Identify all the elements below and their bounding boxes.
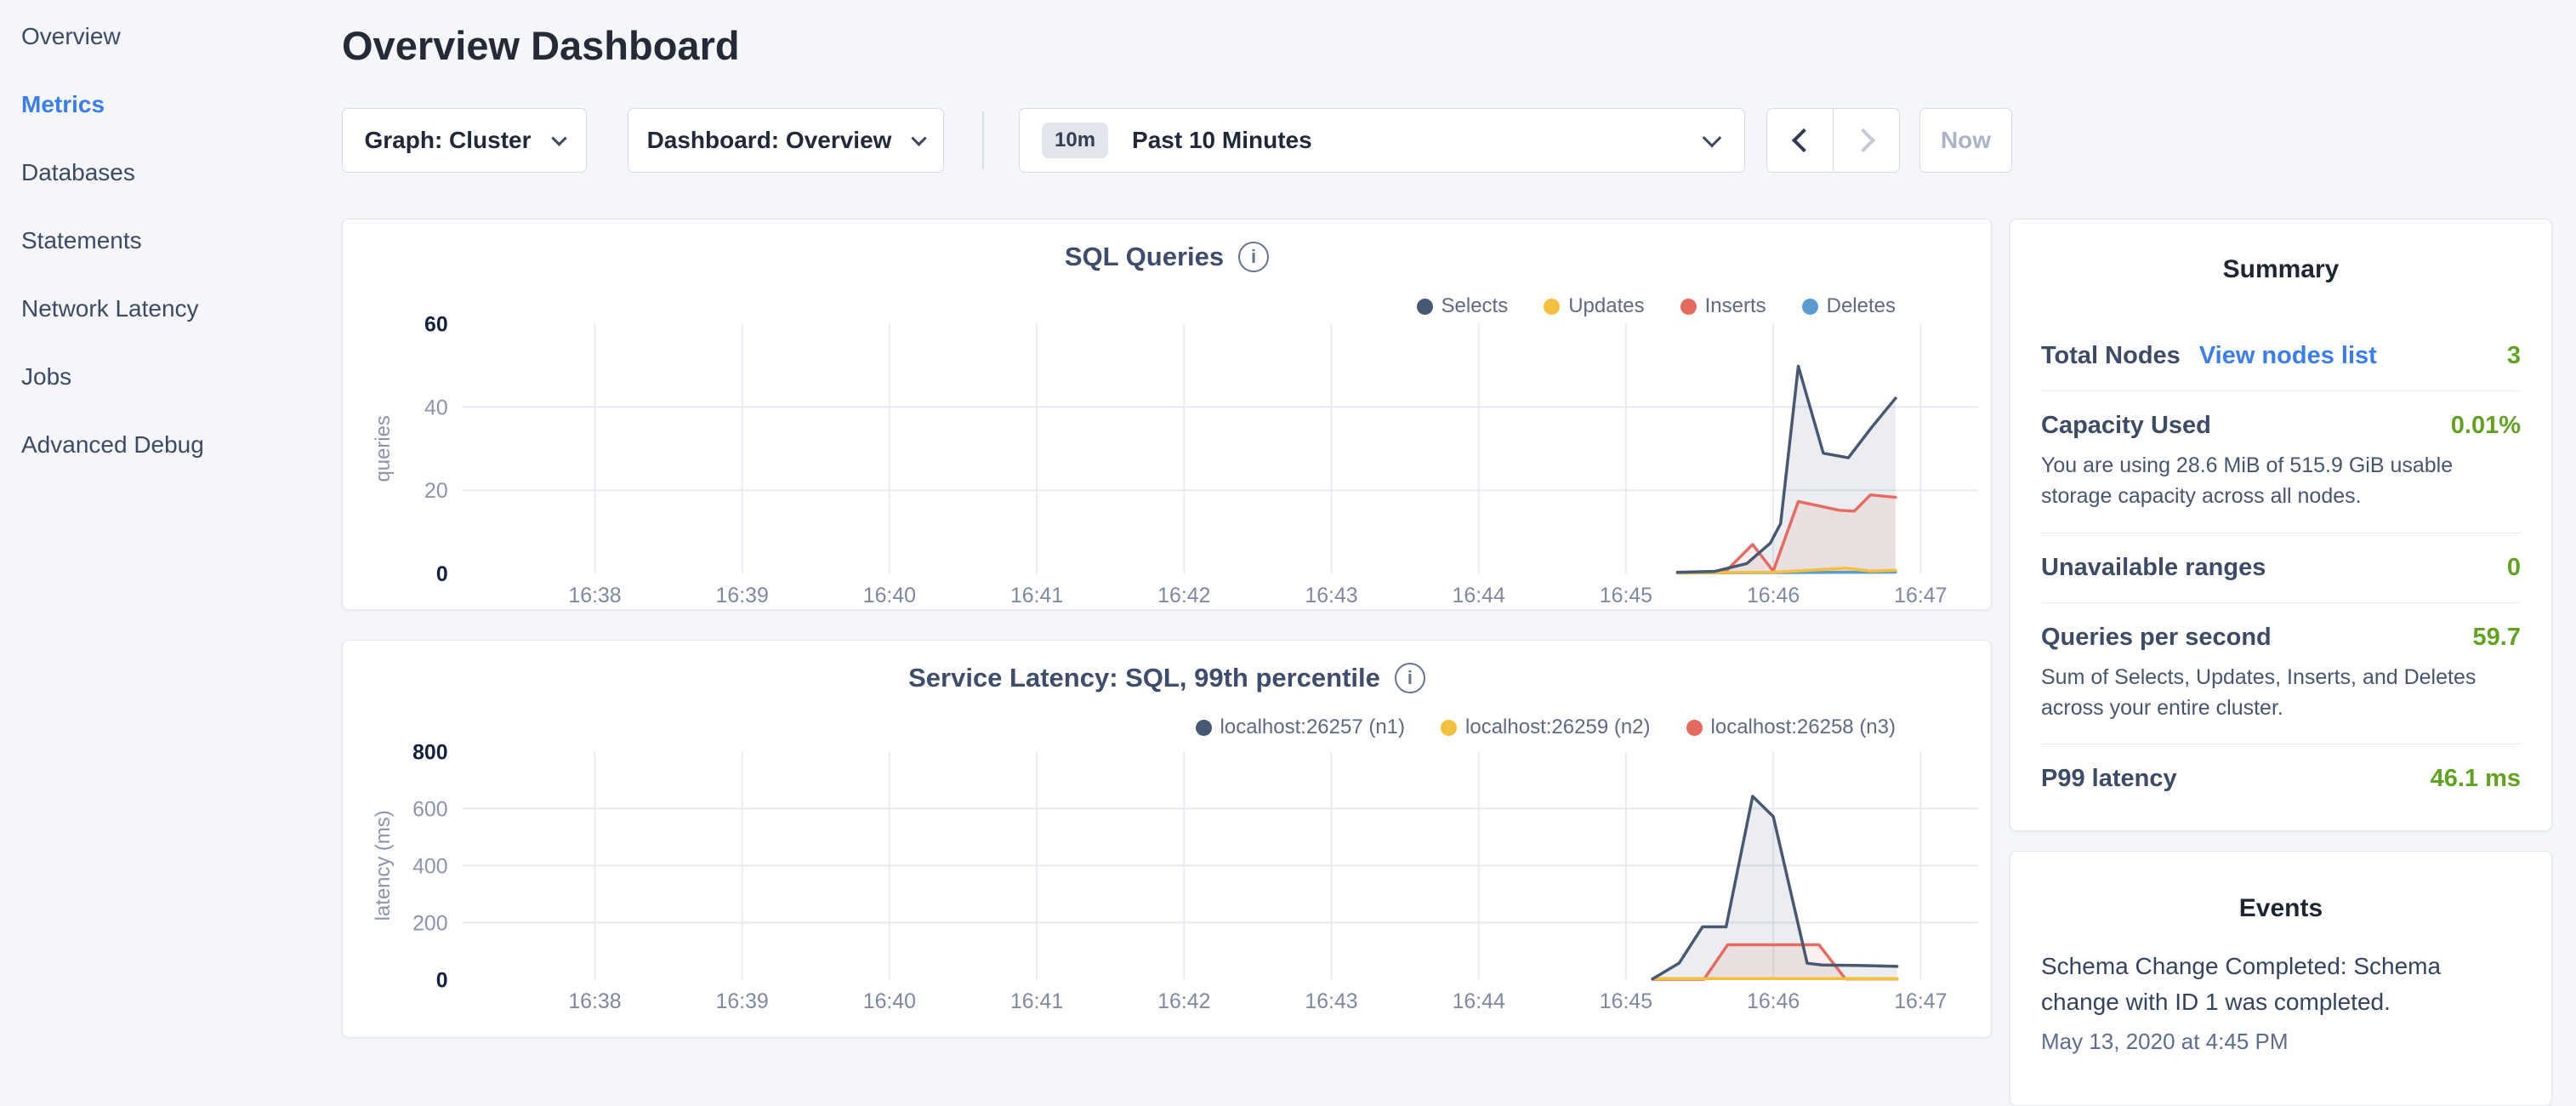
dashboard-dropdown[interactable]: Dashboard: Overview xyxy=(628,108,944,173)
event-message: Schema Change Completed: Schema change w… xyxy=(2041,949,2521,1020)
svg-text:16:46: 16:46 xyxy=(1747,584,1800,607)
y-axis-unit-label: queries xyxy=(372,415,395,482)
summary-row-label: Queries per second xyxy=(2041,624,2272,652)
summary-row-label: P99 latency xyxy=(2041,765,2177,793)
time-window-prev-button[interactable] xyxy=(1767,109,1833,172)
svg-text:16:46: 16:46 xyxy=(1747,989,1800,1013)
svg-text:16:39: 16:39 xyxy=(716,989,769,1013)
events-panel: Events Schema Change Completed: Schema c… xyxy=(2010,851,2552,1106)
svg-text:16:40: 16:40 xyxy=(863,989,916,1013)
summary-row-label: Capacity Used xyxy=(2041,412,2211,440)
now-button-label: Now xyxy=(1941,127,1991,154)
summary-row-value: 0 xyxy=(2507,554,2521,582)
sidebar-item-overview[interactable]: Overview xyxy=(21,22,340,90)
chart-grid xyxy=(463,323,1978,573)
event-timestamp: May 13, 2020 at 4:45 PM xyxy=(2041,1029,2521,1055)
time-window-nav xyxy=(1766,108,1900,173)
summary-title: Summary xyxy=(2041,255,2521,284)
summary-row-description: Sum of Selects, Updates, Inserts, and De… xyxy=(2041,662,2521,724)
time-range-selector[interactable]: 10m Past 10 Minutes xyxy=(1019,108,1745,173)
svg-text:16:47: 16:47 xyxy=(1894,584,1947,607)
toolbar-divider xyxy=(982,111,984,169)
sidebar-item-statements[interactable]: Statements xyxy=(21,226,340,294)
chevron-down-icon xyxy=(1703,128,1722,148)
svg-text:16:45: 16:45 xyxy=(1600,584,1652,607)
svg-text:20: 20 xyxy=(424,479,448,503)
sql-queries-chart-card: SQL Queries i SelectsUpdatesInsertsDelet… xyxy=(342,219,1992,610)
svg-text:16:47: 16:47 xyxy=(1894,989,1947,1013)
svg-text:16:41: 16:41 xyxy=(1010,989,1063,1013)
svg-text:60: 60 xyxy=(424,312,448,336)
x-axis-labels: 16:38 16:39 16:40 16:41 16:42 16:43 16:44 16:45… xyxy=(568,989,1947,1013)
sidebar-item-databases[interactable]: Databases xyxy=(21,158,340,226)
summary-row-capacity-used: Capacity Used 0.01% You are using 28.6 MiB… xyxy=(2041,391,2521,533)
now-button[interactable]: Now xyxy=(1919,108,2012,173)
service-latency-chart[interactable]: 16:38 16:39 16:40 16:41 16:42 16:43 16:44 16:45… xyxy=(343,641,1991,1037)
view-nodes-list-link[interactable]: View nodes list xyxy=(2199,342,2377,370)
summary-row-value: 59.7 xyxy=(2473,624,2521,652)
summary-row-p99-latency: P99 latency 46.1 ms xyxy=(2041,744,2521,813)
svg-text:16:38: 16:38 xyxy=(568,989,621,1013)
svg-text:16:39: 16:39 xyxy=(716,584,769,607)
graph-dropdown[interactable]: Graph: Cluster xyxy=(342,108,587,173)
summary-row-value: 0.01% xyxy=(2451,412,2521,440)
y-axis-labels: 0 200 400 600 800 xyxy=(412,740,448,992)
sidebar-item-advanced-debug[interactable]: Advanced Debug xyxy=(21,430,340,499)
svg-text:16:44: 16:44 xyxy=(1453,989,1505,1013)
svg-text:40: 40 xyxy=(424,396,448,419)
svg-text:16:42: 16:42 xyxy=(1157,989,1210,1013)
svg-text:16:44: 16:44 xyxy=(1453,584,1505,607)
events-title: Events xyxy=(2041,894,2521,923)
summary-row-value: 46.1 ms xyxy=(2431,765,2521,793)
sidebar-item-metrics[interactable]: Metrics xyxy=(21,90,340,158)
chevron-down-icon xyxy=(551,130,566,145)
sql-queries-chart[interactable]: 16:38 16:39 16:40 16:41 16:42 16:43 16:44 16:45… xyxy=(343,219,1991,609)
y-axis-labels: 0 20 40 60 xyxy=(424,312,448,586)
svg-text:16:45: 16:45 xyxy=(1600,989,1652,1013)
svg-text:16:41: 16:41 xyxy=(1010,584,1063,607)
summary-row-label: Unavailable ranges xyxy=(2041,554,2266,582)
chevron-down-icon xyxy=(912,130,927,145)
svg-text:16:40: 16:40 xyxy=(863,584,916,607)
summary-row-label: Total Nodes xyxy=(2041,342,2181,370)
sidebar-item-network-latency[interactable]: Network Latency xyxy=(21,294,340,362)
dashboard-dropdown-label: Dashboard: Overview xyxy=(647,127,892,154)
sidebar-item-jobs[interactable]: Jobs xyxy=(21,362,340,430)
svg-text:800: 800 xyxy=(412,740,448,764)
svg-text:16:38: 16:38 xyxy=(568,584,621,607)
svg-text:400: 400 xyxy=(412,854,448,878)
event-item: Schema Change Completed: Schema change w… xyxy=(2041,949,2521,1055)
svg-text:16:42: 16:42 xyxy=(1157,584,1210,607)
sidebar: OverviewMetricsDatabasesStatementsNetwor… xyxy=(0,0,340,1052)
summary-row-unavailable-ranges: Unavailable ranges 0 xyxy=(2041,533,2521,602)
svg-text:600: 600 xyxy=(412,797,448,821)
summary-row-total-nodes: Total Nodes View nodes list 3 xyxy=(2041,322,2521,391)
service-latency-chart-card: Service Latency: SQL, 99th percentile i … xyxy=(342,640,1992,1038)
summary-row-queries-per-second: Queries per second 59.7 Sum of Selects, Up… xyxy=(2041,602,2521,744)
svg-text:200: 200 xyxy=(412,911,448,935)
time-window-next-button[interactable] xyxy=(1833,109,1899,172)
svg-text:0: 0 xyxy=(436,562,448,586)
svg-text:0: 0 xyxy=(436,968,448,992)
x-axis-labels: 16:38 16:39 16:40 16:41 16:42 16:43 16:44 16:45… xyxy=(568,584,1947,607)
summary-panel: Summary Total Nodes View nodes list 3 Capac… xyxy=(2010,219,2552,831)
time-range-label: Past 10 Minutes xyxy=(1132,127,1312,154)
svg-text:16:43: 16:43 xyxy=(1305,584,1357,607)
svg-text:16:43: 16:43 xyxy=(1305,989,1357,1013)
summary-row-description: You are using 28.6 MiB of 515.9 GiB usab… xyxy=(2041,450,2521,512)
page-title: Overview Dashboard xyxy=(342,22,740,69)
y-axis-unit-label: latency (ms) xyxy=(372,810,395,921)
graph-dropdown-label: Graph: Cluster xyxy=(364,127,531,154)
chevron-right-icon xyxy=(1851,128,1874,152)
time-range-badge: 10m xyxy=(1042,123,1108,158)
summary-row-value: 3 xyxy=(2507,342,2521,370)
chevron-left-icon xyxy=(1791,128,1815,152)
